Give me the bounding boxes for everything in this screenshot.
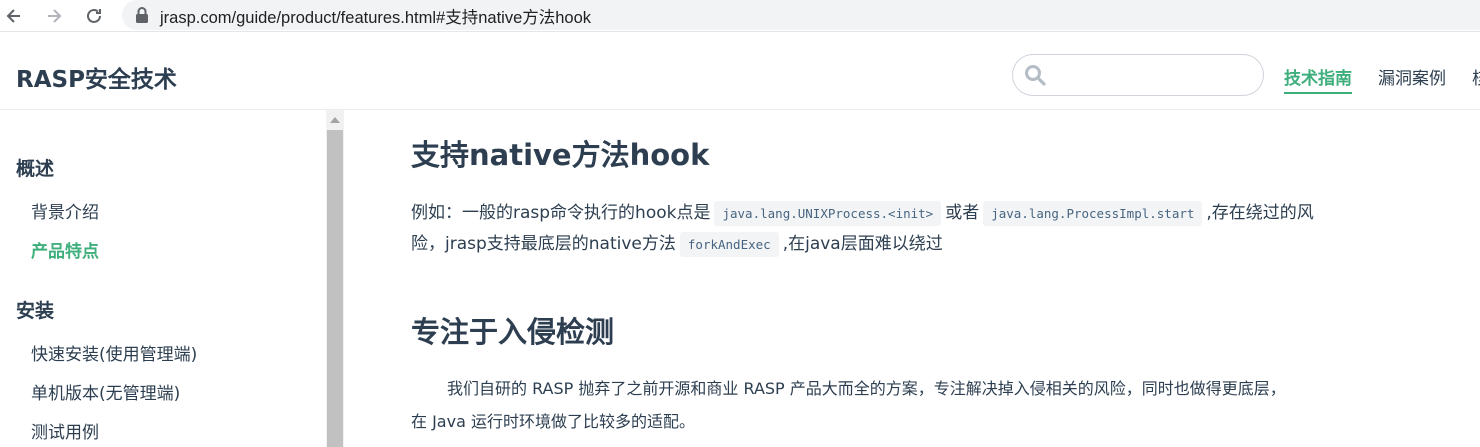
sidebar-group-overview[interactable]: 概述 bbox=[16, 154, 54, 181]
scrollbar-thumb[interactable] bbox=[327, 130, 343, 447]
inline-code: forkAndExec bbox=[679, 232, 779, 257]
sidebar-item-features[interactable]: 产品特点 bbox=[31, 237, 99, 262]
paragraph-line: 险，jrasp支持最底层的native方法 forkAndExec ,在java层面… bbox=[411, 229, 943, 260]
sidebar-item-standalone[interactable]: 单机版本(无管理端) bbox=[31, 379, 180, 404]
forward-button[interactable] bbox=[42, 4, 66, 28]
url-text[interactable]: jrasp.com/guide/product/features.html#支持… bbox=[160, 4, 591, 28]
text-span: 例如：一般的rasp命令执行的hook点是 bbox=[411, 203, 711, 223]
paragraph-line: 我们自研的 RASP 抛弃了之前开源和商业 RASP 产品大而全的方案，专注解决… bbox=[447, 379, 1286, 398]
arrow-right-icon bbox=[48, 9, 62, 23]
inline-code: java.lang.UNIXProcess.<init> bbox=[714, 201, 942, 226]
paragraph-line: 例如：一般的rasp命令执行的hook点是 java.lang.UNIXProce… bbox=[411, 198, 1314, 229]
back-button[interactable] bbox=[2, 4, 26, 28]
browser-toolbar: jrasp.com/guide/product/features.html#支持… bbox=[0, 0, 1480, 32]
reload-icon bbox=[87, 8, 101, 23]
section-heading-native-hook: 支持native方法hook bbox=[411, 138, 710, 172]
section-heading-intrusion-detection: 专注于入侵检测 bbox=[411, 315, 615, 349]
inline-code: java.lang.ProcessImpl.start bbox=[983, 201, 1203, 226]
paragraph-line: 在 Java 运行时环境做了比较多的适配。 bbox=[411, 412, 695, 431]
sidebar-item-quick-install[interactable]: 快速安装(使用管理端) bbox=[31, 340, 197, 365]
nav-link-more[interactable]: 核 bbox=[1472, 64, 1480, 89]
nav-link-cases[interactable]: 漏洞案例 bbox=[1378, 64, 1446, 89]
reload-button[interactable] bbox=[82, 4, 106, 28]
text-span: ,在java层面难以绕过 bbox=[782, 234, 943, 254]
text-span: 险，jrasp支持最底层的native方法 bbox=[411, 234, 676, 254]
sidebar-item-background[interactable]: 背景介绍 bbox=[31, 198, 99, 223]
sidebar-item-test-cases[interactable]: 测试用例 bbox=[31, 418, 99, 443]
sidebar-group-install[interactable]: 安装 bbox=[16, 296, 54, 323]
triangle-up-icon bbox=[330, 117, 340, 123]
nav-link-guide[interactable]: 技术指南 bbox=[1284, 64, 1352, 94]
search-icon bbox=[1025, 65, 1046, 86]
text-span: ,存在绕过的风 bbox=[1206, 203, 1314, 223]
arrow-left-icon bbox=[6, 9, 20, 23]
search-input[interactable] bbox=[1012, 54, 1264, 96]
site-title[interactable]: RASP安全技术 bbox=[16, 60, 177, 94]
text-span: 或者 bbox=[945, 203, 980, 223]
scroll-up-button[interactable] bbox=[326, 112, 344, 128]
lock-icon bbox=[136, 7, 148, 23]
